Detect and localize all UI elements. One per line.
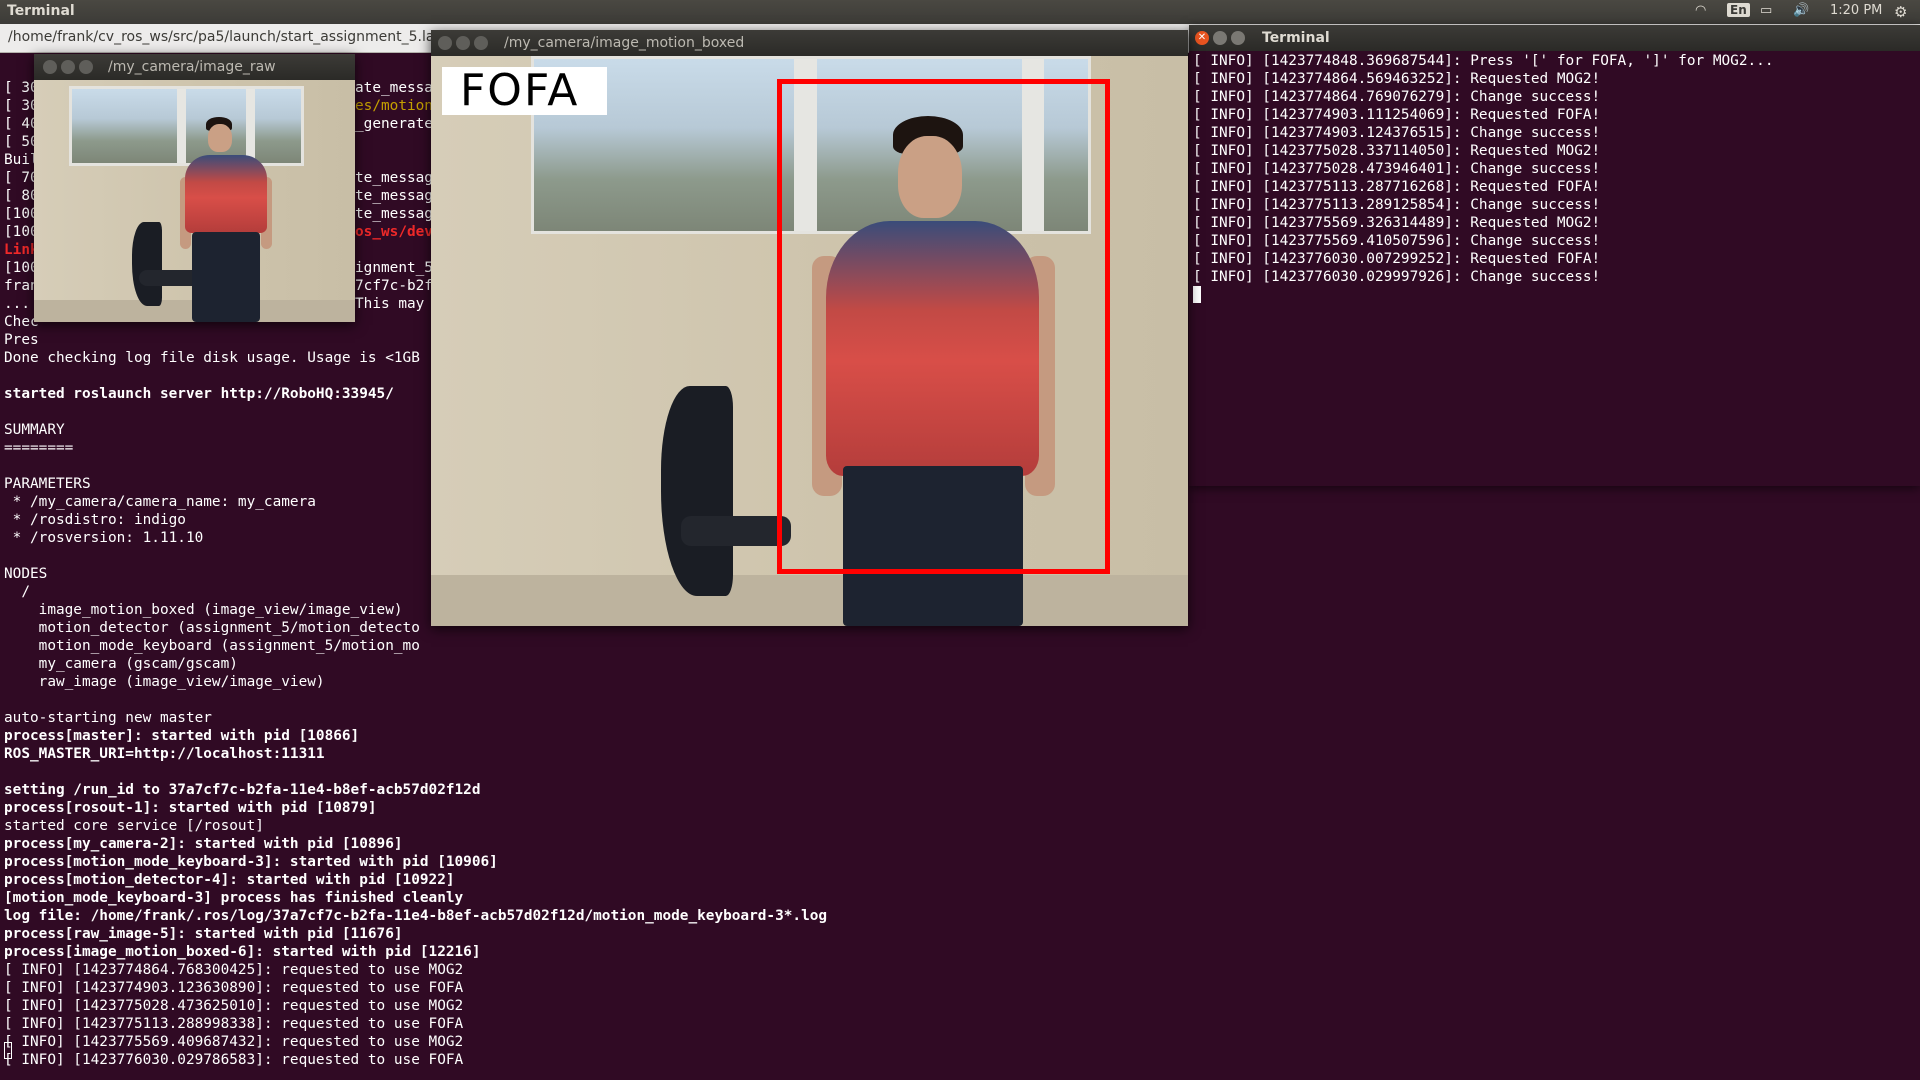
image-raw-window[interactable]: /my_camera/image_raw bbox=[34, 54, 355, 322]
terminal-line: SUMMARY bbox=[4, 422, 65, 438]
terminal-line: ... bbox=[4, 296, 30, 312]
keyboard-layout-indicator[interactable]: En bbox=[1727, 3, 1750, 17]
terminal-line: [ INFO] [1423775028.337114050]: Requeste… bbox=[1193, 143, 1601, 159]
wifi-icon[interactable]: ◠ bbox=[1695, 3, 1706, 18]
terminal-line-fragment: ate_messa bbox=[355, 80, 433, 96]
terminal-line: motion_mode_keyboard (assignment_5/motio… bbox=[4, 638, 420, 654]
terminal-line: process[image_motion_boxed-6]: started w… bbox=[4, 944, 481, 960]
terminal-line: [ INFO] [1423775113.287716268]: Requeste… bbox=[1193, 179, 1601, 195]
terminal-line: process[motion_detector-4]: started with… bbox=[4, 872, 455, 888]
terminal-line: motion_detector (assignment_5/motion_det… bbox=[4, 620, 420, 636]
terminal-line: image_motion_boxed (image_view/image_vie… bbox=[4, 602, 403, 618]
terminal-line: [ INFO] [1423776030.029786583]: requeste… bbox=[4, 1052, 464, 1068]
algorithm-mode-label: FOFA bbox=[442, 67, 607, 115]
terminal-line: [ INFO] [1423775028.473625010]: requeste… bbox=[4, 998, 464, 1014]
terminal-line: [ INFO] [1423774848.369687544]: Press '[… bbox=[1193, 53, 1774, 69]
terminal-line: / bbox=[4, 584, 30, 600]
terminal-line: [ INFO] [1423775569.410507596]: Change s… bbox=[1193, 233, 1601, 249]
terminal-tab-title[interactable]: /home/frank/cv_ros_ws/src/pa5/launch/sta… bbox=[8, 29, 434, 45]
terminal-line: Pres bbox=[4, 332, 39, 348]
terminal-line: [ INFO] [1423774903.124376515]: Change s… bbox=[1193, 125, 1601, 141]
terminal-line: process[rosout-1]: started with pid [108… bbox=[4, 800, 377, 816]
terminal-line-fragment: os_ws/dev bbox=[355, 224, 433, 240]
terminal-line: [ INFO] [1423775569.326314489]: Requeste… bbox=[1193, 215, 1601, 231]
maximize-button[interactable] bbox=[1231, 31, 1245, 45]
terminal-line-fragment: 7cf7c-b2f bbox=[355, 278, 433, 294]
terminal-line: PARAMETERS bbox=[4, 476, 91, 492]
secondary-terminal-titlebar[interactable]: ✕ Terminal bbox=[1189, 25, 1920, 51]
minimize-button[interactable] bbox=[456, 36, 470, 50]
window-title: /my_camera/image_motion_boxed bbox=[504, 35, 745, 51]
battery-icon[interactable]: ▭ bbox=[1760, 3, 1772, 18]
terminal-line-fragment: te_messag bbox=[355, 188, 433, 204]
terminal-line: [ INFO] [1423775569.409687432]: requeste… bbox=[4, 1034, 464, 1050]
terminal-cursor bbox=[4, 1042, 12, 1059]
gear-icon[interactable]: ⚙ bbox=[1894, 3, 1907, 21]
terminal-line: auto-starting new master bbox=[4, 710, 212, 726]
minimize-button[interactable] bbox=[1213, 31, 1227, 45]
terminal-line: raw_image (image_view/image_view) bbox=[4, 674, 325, 690]
terminal-line: * /my_camera/camera_name: my_camera bbox=[4, 494, 316, 510]
clock[interactable]: 1:20 PM bbox=[1830, 3, 1882, 18]
terminal-line: [ INFO] [1423776030.029997926]: Change s… bbox=[1193, 269, 1601, 285]
camera-boxed-image: FOFA bbox=[431, 56, 1188, 626]
terminal-line: my_camera (gscam/gscam) bbox=[4, 656, 238, 672]
image-raw-titlebar[interactable]: /my_camera/image_raw bbox=[34, 54, 355, 80]
terminal-line-fragment: ignment_5 bbox=[355, 260, 433, 276]
terminal-line: process[raw_image-5]: started with pid [… bbox=[4, 926, 403, 942]
terminal-line: log file: /home/frank/.ros/log/37a7cf7c-… bbox=[4, 908, 828, 924]
terminal-line: [ INFO] [1423774864.769076279]: Change s… bbox=[1193, 89, 1601, 105]
terminal-line: process[my_camera-2]: started with pid [… bbox=[4, 836, 403, 852]
window-title: /my_camera/image_raw bbox=[108, 59, 276, 75]
terminal-line: [ INFO] [1423775113.288998338]: requeste… bbox=[4, 1016, 464, 1032]
close-button[interactable] bbox=[438, 36, 452, 50]
active-app-name: Terminal bbox=[7, 3, 75, 19]
terminal-line: * /rosversion: 1.11.10 bbox=[4, 530, 204, 546]
terminal-line: started roslaunch server http://RoboHQ:3… bbox=[4, 386, 394, 402]
terminal-line: process[master]: started with pid [10866… bbox=[4, 728, 360, 744]
image-motion-boxed-window[interactable]: /my_camera/image_motion_boxed FOFA bbox=[431, 30, 1188, 626]
terminal-line-fragment: te_messag bbox=[355, 170, 433, 186]
volume-icon[interactable]: 🔊 bbox=[1793, 3, 1809, 18]
terminal-line-fragment: te_messag bbox=[355, 206, 433, 222]
terminal-line: * /rosdistro: indigo bbox=[4, 512, 186, 528]
motion-bounding-box bbox=[777, 79, 1110, 574]
terminal-line: setting /run_id to 37a7cf7c-b2fa-11e4-b8… bbox=[4, 782, 481, 798]
minimize-button[interactable] bbox=[61, 60, 75, 74]
maximize-button[interactable] bbox=[79, 60, 93, 74]
top-panel: Terminal ◠ En ▭ 🔊 1:20 PM ⚙ bbox=[0, 0, 1920, 24]
terminal-line: Done checking log file disk usage. Usage… bbox=[4, 350, 420, 366]
terminal-line: [ INFO] [1423774903.111254069]: Requeste… bbox=[1193, 107, 1601, 123]
terminal-line-fragment: es/motion bbox=[355, 98, 433, 114]
terminal-line-fragment: _generate bbox=[355, 116, 433, 132]
maximize-button[interactable] bbox=[474, 36, 488, 50]
terminal-line-fragment: This may bbox=[355, 296, 425, 312]
terminal-line: process[motion_mode_keyboard-3]: started… bbox=[4, 854, 498, 870]
terminal-line: [motion_mode_keyboard-3] process has fin… bbox=[4, 890, 464, 906]
secondary-terminal-window[interactable]: ✕ Terminal [ INFO] [1423774848.369687544… bbox=[1189, 25, 1920, 486]
terminal-line: [ INFO] [1423774903.123630890]: requeste… bbox=[4, 980, 464, 996]
terminal-cursor bbox=[1193, 286, 1201, 303]
terminal-line: started core service [/rosout] bbox=[4, 818, 264, 834]
close-button[interactable]: ✕ bbox=[1195, 31, 1209, 45]
terminal-line: ROS_MASTER_URI=http://localhost:11311 bbox=[4, 746, 325, 762]
terminal-line: [ INFO] [1423774864.569463252]: Requeste… bbox=[1193, 71, 1601, 87]
terminal-line: NODES bbox=[4, 566, 48, 582]
close-button[interactable] bbox=[43, 60, 57, 74]
image-motion-boxed-titlebar[interactable]: /my_camera/image_motion_boxed bbox=[431, 30, 1188, 56]
terminal-line: [ INFO] [1423775113.289125854]: Change s… bbox=[1193, 197, 1601, 213]
terminal-line: [ INFO] [1423776030.007299252]: Requeste… bbox=[1193, 251, 1601, 267]
window-title: Terminal bbox=[1262, 30, 1330, 46]
terminal-line: ======== bbox=[4, 440, 74, 456]
camera-raw-image bbox=[34, 80, 355, 322]
terminal-line: [ INFO] [1423775028.473946401]: Change s… bbox=[1193, 161, 1601, 177]
terminal-line: [ INFO] [1423774864.768300425]: requeste… bbox=[4, 962, 464, 978]
